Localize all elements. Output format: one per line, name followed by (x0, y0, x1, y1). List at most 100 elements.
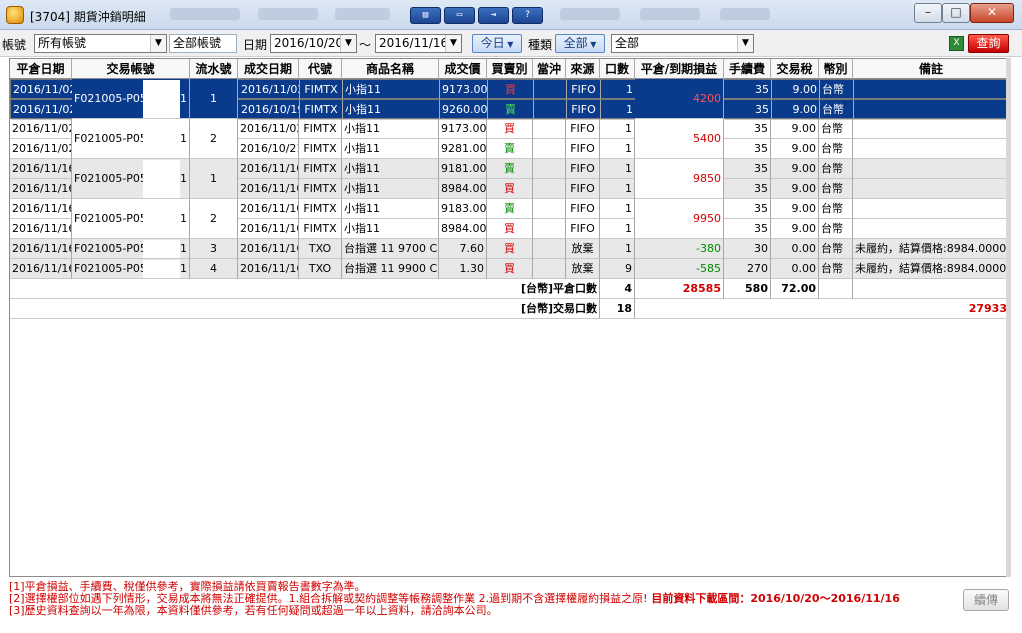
col-serial[interactable]: 流水號 (190, 59, 238, 79)
today-button[interactable]: 今日 ▼ (472, 34, 522, 53)
col-fee[interactable]: 手續費 (724, 59, 771, 79)
cell-daytrade (533, 219, 566, 239)
cell-close-date: 2016/11/02 (11, 80, 73, 100)
cell-name: 台指選 11 9700 C (342, 239, 439, 259)
blurred-title-segment (640, 8, 700, 20)
cell-code: FIMTX (299, 139, 342, 159)
col-code[interactable]: 代號 (299, 59, 342, 79)
cell-source: FIFO (567, 80, 601, 100)
cell-serial: 1 (190, 79, 238, 119)
col-price[interactable]: 成交價 (439, 59, 487, 79)
type-select[interactable]: 全部 ▼ (555, 34, 605, 53)
cell-price: 8984.00 (439, 219, 487, 239)
type-select-value: 全部 (563, 36, 588, 50)
cell-code: FIMTX (299, 219, 342, 239)
cell-close-date: 2016/11/02 (11, 100, 73, 120)
minimize-button[interactable]: – (914, 3, 942, 23)
cell-trade-date: 2016/11/16 (238, 259, 299, 279)
cell-fee: 35 (725, 100, 772, 120)
col-side[interactable]: 買賣別 (487, 59, 533, 79)
cell-side: 賣 (488, 100, 534, 120)
date-from-value: 2016/10/20 (274, 36, 344, 50)
dock-icon[interactable]: ⇥ (478, 7, 509, 24)
summary-row-close: [台幣]平倉口數 4 28585 580 72.00 (10, 279, 1010, 299)
account-label: 帳號 (2, 38, 27, 52)
col-qty[interactable]: 口數 (600, 59, 635, 79)
summary-row-trade: [台幣]交易口數 18 27933 (10, 299, 1010, 319)
cell-side: 買 (488, 80, 534, 100)
col-source[interactable]: 來源 (566, 59, 600, 79)
cell-pl: 4200 (635, 79, 724, 119)
cell-serial: 3 (190, 239, 238, 259)
date-range-separator: 〜 (359, 38, 372, 52)
cell-daytrade (533, 179, 566, 199)
cell-qty: 9 (600, 259, 635, 279)
cell-qty: 1 (600, 119, 635, 139)
all-accounts-field[interactable]: 全部帳號 (169, 34, 237, 53)
cell-trade-date: 2016/11/10 (238, 219, 299, 239)
account-suffix: 1 (180, 172, 187, 185)
cell-daytrade (533, 139, 566, 159)
col-account[interactable]: 交易帳號 (72, 59, 190, 79)
cell-currency: 台幣 (819, 259, 853, 279)
cell-currency: 台幣 (819, 239, 853, 259)
summary-close-fee: 580 (724, 279, 771, 299)
col-note[interactable]: 備註 (853, 59, 1010, 79)
chevron-down-icon: ▼ (445, 35, 461, 52)
col-pl[interactable]: 平倉/到期損益 (635, 59, 724, 79)
cell-side: 買 (487, 259, 533, 279)
cell-note: 未履約，結算價格:8984.0000 (853, 259, 1010, 279)
cell-fee: 35 (724, 159, 771, 179)
layout-icon[interactable]: ▤ (410, 7, 441, 24)
cell-pl: -380 (635, 239, 724, 259)
cell-currency: 台幣 (819, 139, 853, 159)
query-button[interactable]: 查詢 (968, 34, 1009, 53)
cell-source: FIFO (566, 119, 600, 139)
cell-fee: 35 (724, 199, 771, 219)
cell-tax: 9.00 (771, 139, 819, 159)
account-number: F021005-P05 (74, 212, 147, 225)
today-button-label: 今日 (480, 36, 505, 50)
cell-tax: 9.00 (772, 80, 820, 100)
date-from-picker[interactable]: 2016/10/20 ▼ (270, 34, 357, 53)
account-number: F021005-P05 (74, 262, 147, 275)
help-icon[interactable]: ? (512, 7, 543, 24)
account-select[interactable]: 所有帳號 ▼ (34, 34, 167, 53)
col-daytrade[interactable]: 當沖 (533, 59, 566, 79)
account-number: F021005-P05 (74, 242, 147, 255)
chevron-down-icon: ▼ (737, 35, 753, 52)
cell-close-date: 2016/11/16 (10, 259, 72, 279)
cell-trade-date: 2016/11/10 (238, 159, 299, 179)
summary-empty (853, 279, 1010, 299)
cell-close-date: 2016/11/16 (10, 199, 72, 219)
col-tax[interactable]: 交易稅 (771, 59, 819, 79)
cell-code: FIMTX (300, 100, 343, 120)
filter-select[interactable]: 全部 ▼ (611, 34, 754, 53)
dropdown-arrow-icon: ▼ (504, 40, 514, 49)
cell-note (853, 199, 1010, 219)
maximize-button[interactable]: □ (942, 3, 970, 23)
offset-detail-table: 平倉日期 交易帳號 流水號 成交日期 代號 商品名稱 成交價 買賣別 當沖 來源… (9, 58, 1011, 577)
cell-code: TXO (299, 239, 342, 259)
cell-side: 買 (487, 179, 533, 199)
account-suffix: 1 (180, 262, 187, 275)
cell-daytrade (533, 239, 566, 259)
window-icon[interactable]: ▭ (444, 7, 475, 24)
cell-name: 小指11 (342, 179, 439, 199)
summary-trade-qty: 18 (600, 299, 635, 319)
excel-export-icon[interactable]: X (949, 36, 964, 51)
close-button[interactable]: ✕ (970, 3, 1014, 23)
col-product-name[interactable]: 商品名稱 (342, 59, 439, 79)
date-to-picker[interactable]: 2016/11/16 ▼ (375, 34, 462, 53)
type-label: 種類 (528, 38, 553, 52)
cell-qty: 1 (600, 139, 635, 159)
cell-note (853, 139, 1010, 159)
col-close-date[interactable]: 平倉日期 (10, 59, 72, 79)
col-currency[interactable]: 幣別 (819, 59, 853, 79)
chevron-down-icon: ▼ (150, 35, 166, 52)
cell-note (853, 219, 1010, 239)
col-trade-date[interactable]: 成交日期 (238, 59, 299, 79)
cell-note (854, 80, 1010, 100)
resend-button[interactable]: 續傳 (963, 589, 1009, 611)
filter-toolbar: 帳號 所有帳號 ▼ 全部帳號 日期 2016/10/20 ▼ 〜 2016/11… (0, 30, 1022, 57)
